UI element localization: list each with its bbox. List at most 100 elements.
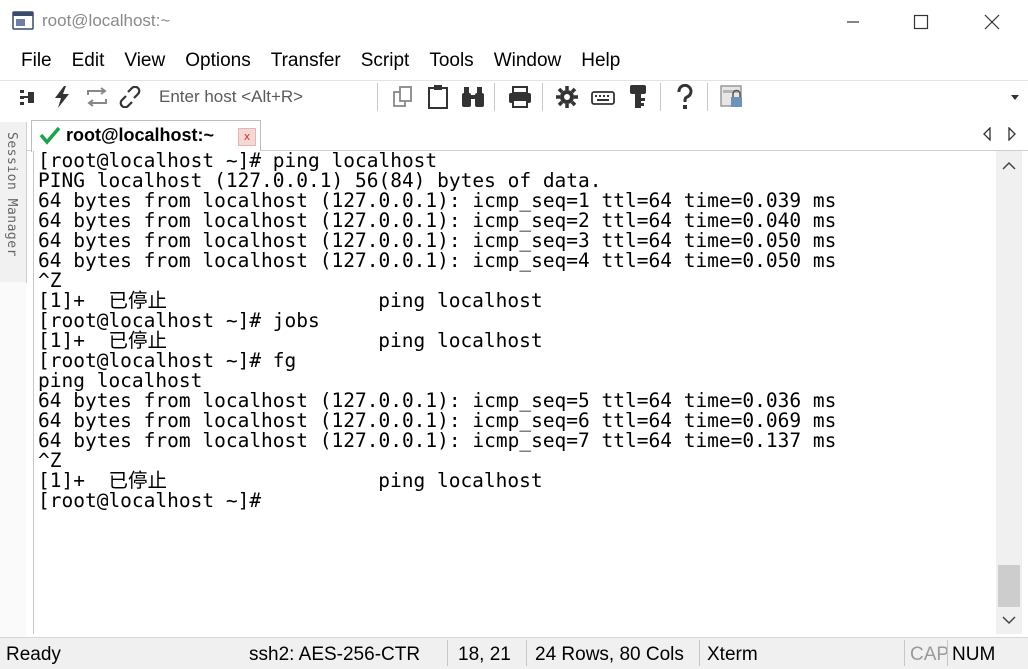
menu-options[interactable]: Options: [175, 46, 260, 76]
terminal-line: [root@localhost ~]# jobs: [38, 309, 320, 332]
terminal-line: 64 bytes from localhost (127.0.0.1): icm…: [38, 209, 837, 232]
session-manager-tab[interactable]: Session Manager: [0, 122, 27, 283]
terminal-line: [root@localhost ~]#: [38, 489, 262, 512]
help-icon: [677, 84, 693, 109]
print-button[interactable]: [505, 82, 535, 112]
menu-view[interactable]: View: [114, 46, 175, 76]
menu-script[interactable]: Script: [351, 46, 420, 76]
chevron-down-icon: [1002, 616, 1016, 625]
copy-icon: [393, 86, 412, 107]
chevron-up-icon: [1002, 161, 1016, 170]
quick-connect-icon: [55, 86, 69, 108]
session-tab-root-localhost[interactable]: root@localhost:~ x: [31, 120, 261, 152]
status-separator: [699, 640, 700, 666]
status-separator: [904, 640, 905, 666]
quick-connect-button[interactable]: [47, 82, 77, 112]
connected-check-icon: [39, 125, 61, 150]
tab-close-button[interactable]: x: [238, 128, 256, 146]
title-bar: root@localhost:~: [0, 0, 1028, 44]
tab-label: root@localhost:~: [66, 125, 215, 145]
lock-screen-button[interactable]: [717, 82, 747, 112]
menu-edit[interactable]: Edit: [62, 46, 115, 76]
gear-icon: [556, 86, 578, 108]
connect-button[interactable]: [12, 82, 42, 112]
key-icon: [630, 85, 646, 108]
terminal-line: [1]+ 已停止 ping localhost: [38, 289, 543, 312]
status-separator: [526, 640, 527, 666]
find-button[interactable]: [458, 82, 488, 112]
status-terminal-type: Xterm: [707, 644, 758, 665]
menu-transfer[interactable]: Transfer: [261, 46, 351, 76]
terminal-line: 64 bytes from localhost (127.0.0.1): icm…: [38, 189, 837, 212]
menu-file[interactable]: File: [0, 46, 62, 76]
status-caps-lock: CAP: [910, 644, 950, 665]
toolbar-separator: [377, 83, 378, 111]
status-terminal-size: 24 Rows, 80 Cols: [535, 644, 684, 665]
terminal-line: [root@localhost ~]# ping localhost: [38, 151, 438, 172]
status-num-lock: NUM: [952, 644, 996, 665]
window-title: root@localhost:~: [42, 11, 171, 30]
chevron-left-icon: [983, 127, 991, 141]
terminal-line: [1]+ 已停止 ping localhost: [38, 469, 543, 492]
status-state: Ready: [6, 644, 61, 665]
menu-tools[interactable]: Tools: [419, 46, 483, 76]
terminal-line: ^Z: [38, 449, 62, 472]
session-options-button[interactable]: [552, 82, 582, 112]
chevron-down-icon: [1011, 95, 1019, 100]
toolbar-separator: [542, 83, 543, 111]
menu-bar: File Edit View Options Transfer Script T…: [0, 46, 1028, 76]
terminal-line: 64 bytes from localhost (127.0.0.1): icm…: [38, 249, 837, 272]
reconnect-button[interactable]: [82, 82, 112, 112]
close-window-button[interactable]: [957, 0, 1027, 44]
paste-button[interactable]: [423, 82, 453, 112]
status-cipher: ssh2: AES-256-CTR: [249, 644, 421, 665]
maximize-button[interactable]: [886, 0, 956, 44]
terminal-line: ^Z: [38, 269, 62, 292]
terminal-line: [1]+ 已停止 ping localhost: [38, 329, 543, 352]
tab-scroll-right-button[interactable]: [1002, 124, 1022, 144]
chevron-right-icon: [1008, 127, 1016, 141]
enter-host-input[interactable]: [153, 84, 375, 110]
terminal-line: 64 bytes from localhost (127.0.0.1): icm…: [38, 389, 837, 412]
copy-button[interactable]: [388, 82, 418, 112]
print-icon: [509, 86, 531, 108]
lock-screen-icon: [720, 85, 742, 107]
scroll-down-button[interactable]: [996, 609, 1022, 631]
scroll-up-button[interactable]: [996, 155, 1022, 177]
status-cursor-position: 18, 21: [458, 644, 511, 665]
terminal-line: [root@localhost ~]# fg: [38, 349, 297, 372]
terminal-line: ping localhost: [38, 369, 203, 392]
status-bar: Ready ssh2: AES-256-CTR 18, 21 24 Rows, …: [0, 637, 1028, 669]
disconnect-icon: [119, 86, 141, 108]
help-button[interactable]: [670, 82, 700, 112]
tab-scroll-left-button[interactable]: [977, 124, 997, 144]
terminal-line: 64 bytes from localhost (127.0.0.1): icm…: [38, 229, 837, 252]
connect-icon: [20, 90, 34, 105]
status-separator: [947, 640, 948, 666]
keymap-button[interactable]: [588, 82, 618, 112]
binoculars-icon: [462, 87, 484, 107]
minimize-icon: [847, 21, 859, 23]
close-icon: [984, 14, 1000, 30]
toolbar-overflow-button[interactable]: [1004, 82, 1026, 112]
securecrt-app-icon: [12, 11, 34, 31]
status-separator: [447, 640, 448, 666]
toolbar-separator: [707, 83, 708, 111]
minimize-button[interactable]: [818, 0, 888, 44]
terminal-line: PING localhost (127.0.0.1) 56(84) bytes …: [38, 169, 602, 192]
keyboard-icon: [591, 91, 615, 105]
sftp-key-button[interactable]: [623, 82, 653, 112]
terminal-line: 64 bytes from localhost (127.0.0.1): icm…: [38, 409, 837, 432]
disconnect-button[interactable]: [115, 82, 145, 112]
menu-window[interactable]: Window: [484, 46, 572, 76]
paste-icon: [428, 85, 448, 109]
menu-help[interactable]: Help: [571, 46, 630, 76]
scrollbar-thumb[interactable]: [998, 565, 1020, 607]
left-rail: [0, 282, 26, 640]
toolbar-separator: [660, 83, 661, 111]
terminal-scrollbar[interactable]: [996, 151, 1022, 634]
session-manager-label: Session Manager: [4, 132, 19, 257]
maximize-icon: [913, 14, 929, 30]
terminal-view[interactable]: [root@localhost ~]# ping localhost PING …: [33, 151, 996, 634]
toolbar-separator: [494, 83, 495, 111]
